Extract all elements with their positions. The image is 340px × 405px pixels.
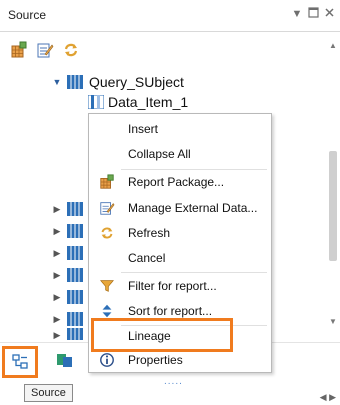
query-subject-icon xyxy=(67,290,83,304)
menu-item-refresh[interactable]: Refresh xyxy=(89,221,271,245)
scroll-down-icon[interactable]: ▼ xyxy=(328,317,338,327)
chevron-down-icon[interactable]: ▼ xyxy=(290,7,304,21)
menu-item-properties[interactable]: Properties xyxy=(89,348,271,372)
data-item-label: Data_Item_1 xyxy=(108,94,189,110)
expand-right-icon[interactable]: ▶ xyxy=(52,330,62,340)
maximize-icon[interactable] xyxy=(306,7,320,21)
query-subject-icon xyxy=(67,202,83,216)
expand-right-icon[interactable]: ▶ xyxy=(52,204,62,214)
query-subject-icon xyxy=(67,224,83,238)
menu-item-lineage[interactable]: Lineage xyxy=(89,324,271,348)
context-menu: Insert Collapse All Report Package... Ma… xyxy=(88,113,272,373)
menu-item-insert[interactable]: Insert xyxy=(89,117,271,141)
query-subject-icon xyxy=(67,246,83,260)
query-subject-icon xyxy=(67,75,83,89)
query-subject-icon xyxy=(67,328,83,340)
expand-right-icon[interactable]: ▶ xyxy=(52,226,62,236)
menu-item-sort-for-report[interactable]: Sort for report... xyxy=(89,299,271,323)
info-icon xyxy=(100,353,114,367)
tree-row-data-item[interactable]: Data_Item_1 xyxy=(0,92,300,112)
expand-right-icon[interactable]: ▶ xyxy=(52,248,62,258)
source-toolbar xyxy=(0,33,340,67)
panel-title: Source xyxy=(8,8,47,22)
expand-right-icon[interactable]: ▶ xyxy=(52,314,62,324)
menu-item-collapse-all[interactable]: Collapse All xyxy=(89,142,271,166)
expand-down-icon[interactable]: ▼ xyxy=(52,77,62,87)
tree-row[interactable]: ▶ xyxy=(0,287,88,307)
query-subject-label: Query_SUbject xyxy=(89,74,184,90)
data-item-icon xyxy=(88,95,104,109)
tree-row-query-subject[interactable]: ▼ Query_SUbject xyxy=(0,72,300,92)
refresh-icon[interactable] xyxy=(62,41,80,59)
package-icon[interactable] xyxy=(10,41,28,59)
more-dots[interactable]: ..... xyxy=(164,376,183,387)
menu-item-report-package[interactable]: Report Package... xyxy=(89,170,271,194)
menu-separator xyxy=(121,272,267,273)
menu-item-cancel[interactable]: Cancel xyxy=(89,246,271,270)
tree-row[interactable]: ▶ xyxy=(0,221,88,241)
query-subject-icon xyxy=(67,312,83,326)
scroll-up-icon[interactable]: ▲ xyxy=(328,41,338,51)
tree-row[interactable]: ▶ xyxy=(0,199,88,219)
refresh-icon xyxy=(101,227,113,239)
manage-data-icon[interactable] xyxy=(36,41,54,59)
menu-item-filter-for-report[interactable]: Filter for report... xyxy=(89,274,271,298)
tree-scrollbar[interactable]: ▲ ▼ xyxy=(328,33,338,333)
sort-icon xyxy=(102,304,112,318)
menu-item-manage-external-data[interactable]: Manage External Data... xyxy=(89,196,271,220)
manage-data-icon xyxy=(100,202,115,215)
close-icon[interactable] xyxy=(322,7,336,21)
package-icon xyxy=(100,174,114,189)
expand-right-icon[interactable]: ▶ xyxy=(52,292,62,302)
source-tree-icon xyxy=(12,354,28,369)
filter-icon xyxy=(100,280,114,292)
source-tooltip: Source xyxy=(24,384,73,402)
source-tab-button[interactable] xyxy=(2,346,38,378)
tree-row[interactable]: ▶ xyxy=(0,265,88,285)
data-items-tab-icon[interactable] xyxy=(56,351,74,369)
expand-right-icon[interactable]: ▶ xyxy=(52,270,62,280)
tree-row[interactable]: ▶ xyxy=(0,325,88,340)
panel-corner-controls[interactable]: ◀ ▶ xyxy=(320,392,336,403)
tree-row[interactable]: ▶ xyxy=(0,243,88,263)
query-subject-icon xyxy=(67,268,83,282)
panel-header: Source ▼ xyxy=(0,0,340,32)
scroll-thumb[interactable] xyxy=(329,151,337,261)
